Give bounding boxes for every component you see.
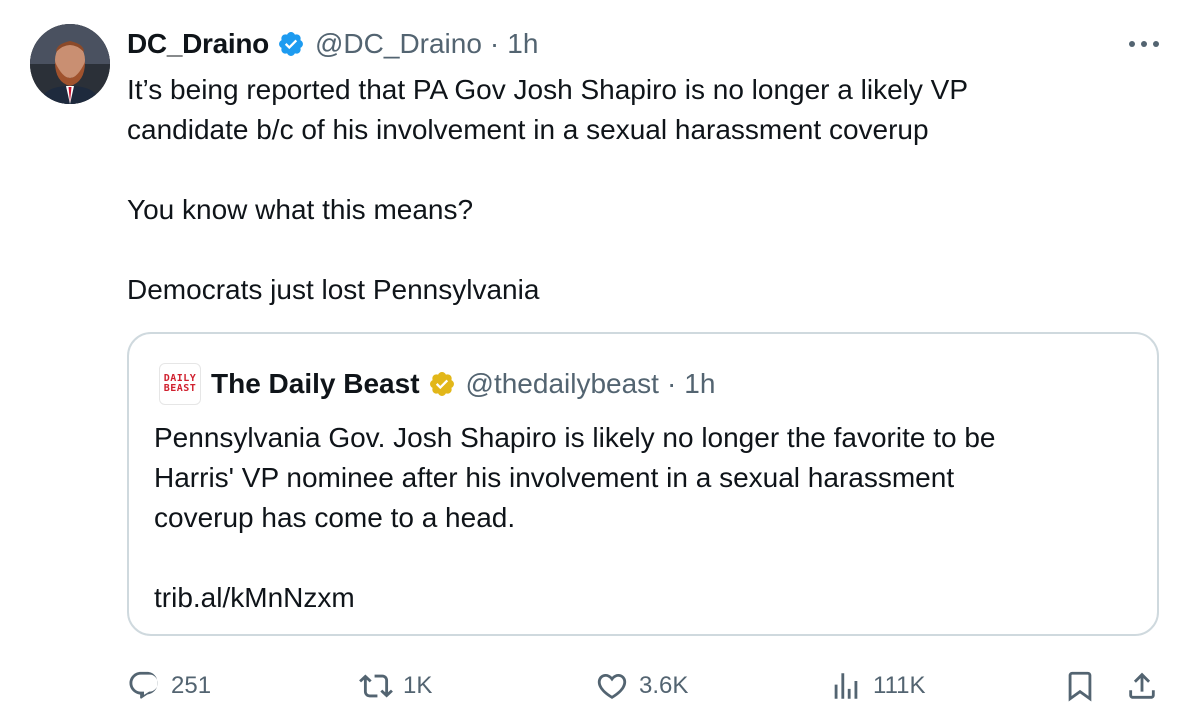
author-handle[interactable]: @DC_Draino	[315, 28, 482, 60]
quoted-tweet-card[interactable]: DAILY BEAST The Daily Beast @thedailybea…	[127, 332, 1159, 636]
tweet-line: candidate b/c of his involvement in a se…	[127, 114, 929, 145]
bookmark-button[interactable]	[1063, 664, 1097, 708]
repost-icon	[359, 674, 393, 698]
views-count: 111K	[873, 672, 926, 699]
quoted-tweet-header: DAILY BEAST The Daily Beast @thedailybea…	[159, 363, 715, 405]
avatar[interactable]	[30, 24, 110, 104]
logo-text-bottom: BEAST	[163, 383, 197, 394]
avatar-photo	[30, 24, 110, 104]
like-button[interactable]: 3.6K	[595, 664, 688, 708]
like-count: 3.6K	[639, 672, 689, 699]
share-icon	[1129, 672, 1155, 699]
tweet-line: Democrats just lost Pennsylvania	[127, 274, 540, 305]
quoted-tweet-link[interactable]: trib.al/kMnNzxm	[154, 578, 1134, 618]
tweet-line: It’s being reported that PA Gov Josh Sha…	[127, 74, 968, 105]
quoted-author-name[interactable]: The Daily Beast	[211, 368, 420, 400]
share-button[interactable]	[1125, 664, 1159, 708]
tweet-line: You know what this means?	[127, 194, 474, 225]
quoted-tweet-line: Pennsylvania Gov. Josh Shapiro is likely…	[154, 422, 996, 453]
tweet-timestamp[interactable]: 1h	[507, 28, 538, 60]
quoted-tweet-timestamp[interactable]: 1h	[684, 368, 715, 400]
quoted-tweet-line: Harris' VP nominee after his involvement…	[154, 462, 955, 493]
repost-button[interactable]: 1K	[359, 664, 432, 708]
verified-badge-icon	[279, 32, 303, 56]
views-chart-icon	[834, 673, 858, 699]
separator-dot: ·	[666, 368, 677, 399]
heart-icon	[597, 673, 627, 699]
reply-icon	[129, 671, 158, 699]
views-button[interactable]: 111K	[829, 664, 926, 708]
quoted-tweet-text: Pennsylvania Gov. Josh Shapiro is likely…	[154, 418, 1134, 618]
reply-button[interactable]: 251	[127, 664, 211, 708]
quoted-tweet-line: coverup has come to a head.	[154, 502, 516, 533]
repost-count: 1K	[403, 672, 433, 699]
tweet-text: It’s being reported that PA Gov Josh Sha…	[127, 70, 1127, 310]
reply-count: 251	[171, 672, 212, 699]
separator-dot: ·	[489, 28, 500, 59]
tweet-header: DC_Draino @DC_Draino · 1h	[127, 26, 538, 62]
more-options-button[interactable]	[1124, 28, 1164, 60]
tweet-actions-bar: 251 1K 3.6K 111K	[127, 664, 1167, 708]
more-horizontal-icon	[1129, 41, 1159, 47]
author-name[interactable]: DC_Draino	[127, 28, 269, 60]
quoted-author-handle[interactable]: @thedailybeast	[466, 368, 659, 400]
bookmark-icon	[1068, 671, 1092, 702]
daily-beast-logo[interactable]: DAILY BEAST	[159, 363, 201, 405]
gold-verified-badge-icon	[429, 372, 454, 396]
